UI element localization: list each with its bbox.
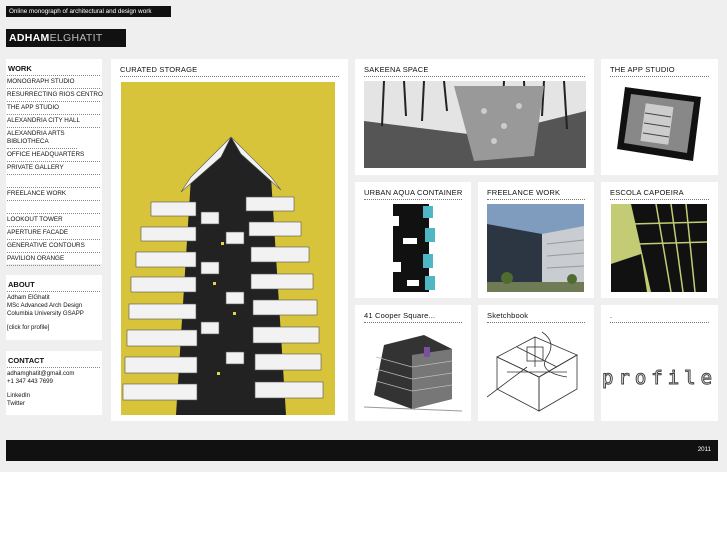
about-degree: MSc Advanced Arch Design	[7, 302, 83, 309]
freelance-work-image[interactable]	[487, 204, 584, 292]
project-title-curated-storage: CURATED STORAGE	[120, 65, 339, 77]
contact-heading: CONTACT	[7, 351, 100, 368]
nav-item-the-app-studio[interactable]: THE APP STUDIO	[7, 102, 100, 115]
nav-separator: ...	[7, 201, 100, 214]
site-logo[interactable]: ADHAMELGHATIT	[6, 29, 126, 47]
project-title-profile: .	[610, 311, 709, 323]
profile-link[interactable]: [click for profile]	[7, 324, 102, 332]
project-card-the-app-studio[interactable]: THE APP STUDIO	[601, 59, 718, 175]
nav-item-office-headquarters[interactable]: OFFICE HEADQUARTERS	[7, 149, 100, 162]
project-title-the-app-studio: THE APP STUDIO	[610, 65, 709, 77]
logo-last-name: ELGHATIT	[49, 32, 103, 44]
escola-capoeira-image[interactable]	[611, 204, 707, 292]
site-tagline: Online monograph of architectural and de…	[6, 6, 171, 17]
project-card-freelance-work[interactable]: FREELANCE WORK	[478, 182, 594, 298]
contact-phone: +1 347 443 7699	[7, 378, 53, 385]
nav-separator: ...	[7, 175, 100, 188]
footer-year: 2011	[697, 446, 711, 453]
project-card-sakeena-space[interactable]: SAKEENA SPACE	[355, 59, 594, 175]
curated-storage-image[interactable]	[121, 82, 335, 415]
nav-item-freelance-work[interactable]: FREELANCE WORK	[7, 188, 100, 201]
nav-item-lookout-tower[interactable]: LOOKOUT TOWER	[7, 214, 100, 227]
nav-item-private-gallery[interactable]: PRIVATE GALLERY	[7, 162, 100, 175]
urban-aqua-image[interactable]	[385, 204, 441, 292]
logo-first-name: ADHAM	[9, 32, 50, 44]
project-card-curated-storage[interactable]: CURATED STORAGE	[111, 59, 348, 421]
about-heading: ABOUT	[7, 275, 100, 292]
work-nav: MONOGRAPH STUDIO RESURRECTING RIOS CENTR…	[6, 76, 103, 266]
work-panel: WORK MONOGRAPH STUDIO RESURRECTING RIOS …	[6, 59, 103, 266]
page-background: Online monograph of architectural and de…	[0, 0, 727, 472]
project-title-sakeena-space: SAKEENA SPACE	[364, 65, 585, 77]
about-name: Adham ElGhatit	[7, 294, 50, 301]
nav-item-pavilion-orange[interactable]: PAVILION ORANGE	[7, 253, 100, 266]
nav-item-aperture-facade[interactable]: APERTURE FACADE	[7, 227, 100, 240]
project-title-freelance-work: FREELANCE WORK	[487, 188, 585, 200]
profile-wordmark[interactable]: profile	[601, 367, 718, 390]
project-title-escola-capoeira: ESCOLA CAPOEIRA	[610, 188, 709, 200]
project-title-urban-aqua-container: URBAN AQUA CONTAINER	[364, 188, 462, 200]
about-panel: ABOUT Adham ElGhatit MSc Advanced Arch D…	[6, 275, 102, 340]
sketchbook-image[interactable]	[487, 327, 584, 415]
about-text: Adham ElGhatit MSc Advanced Arch Design …	[6, 292, 102, 332]
nav-item-alexandria-city-hall[interactable]: ALEXANDRIA CITY HALL	[7, 115, 100, 128]
nav-item-monograph-studio[interactable]: MONOGRAPH STUDIO	[7, 76, 100, 89]
nav-item-generative-contours[interactable]: GENERATIVE CONTOURS	[7, 240, 100, 253]
project-card-sketchbook[interactable]: Sketchbook	[478, 305, 594, 421]
contact-panel: CONTACT adhamghatit@gmail.com +1 347 443…	[6, 351, 102, 415]
work-heading: WORK	[7, 59, 100, 76]
project-card-41-cooper-square[interactable]: 41 Cooper Square...	[355, 305, 471, 421]
project-title-sketchbook: Sketchbook	[487, 311, 585, 323]
cooper-square-image[interactable]	[364, 327, 462, 413]
nav-item-alexandria-arts-bibliotheca[interactable]: ALEXANDRIA ARTS BIBLIOTHECA	[7, 128, 77, 149]
project-card-profile[interactable]: . profile	[601, 305, 718, 421]
contact-text: adhamghatit@gmail.com +1 347 443 7699 Li…	[6, 368, 102, 408]
project-card-urban-aqua-container[interactable]: URBAN AQUA CONTAINER	[355, 182, 471, 298]
contact-email[interactable]: adhamghatit@gmail.com	[7, 370, 102, 378]
app-studio-image[interactable]	[613, 83, 708, 165]
project-title-41-cooper-square: 41 Cooper Square...	[364, 311, 462, 323]
nav-item-resurrecting-rios-centro[interactable]: RESURRECTING RIOS CENTRO	[7, 89, 103, 102]
twitter-link[interactable]: Twitter	[7, 400, 102, 408]
footer-bar: 2011	[6, 440, 718, 461]
about-school: Columbia University GSAPP	[7, 310, 84, 317]
linkedin-link[interactable]: LinkedIn	[7, 392, 102, 400]
sakeena-space-image[interactable]	[364, 81, 586, 168]
project-card-escola-capoeira[interactable]: ESCOLA CAPOEIRA	[601, 182, 718, 298]
